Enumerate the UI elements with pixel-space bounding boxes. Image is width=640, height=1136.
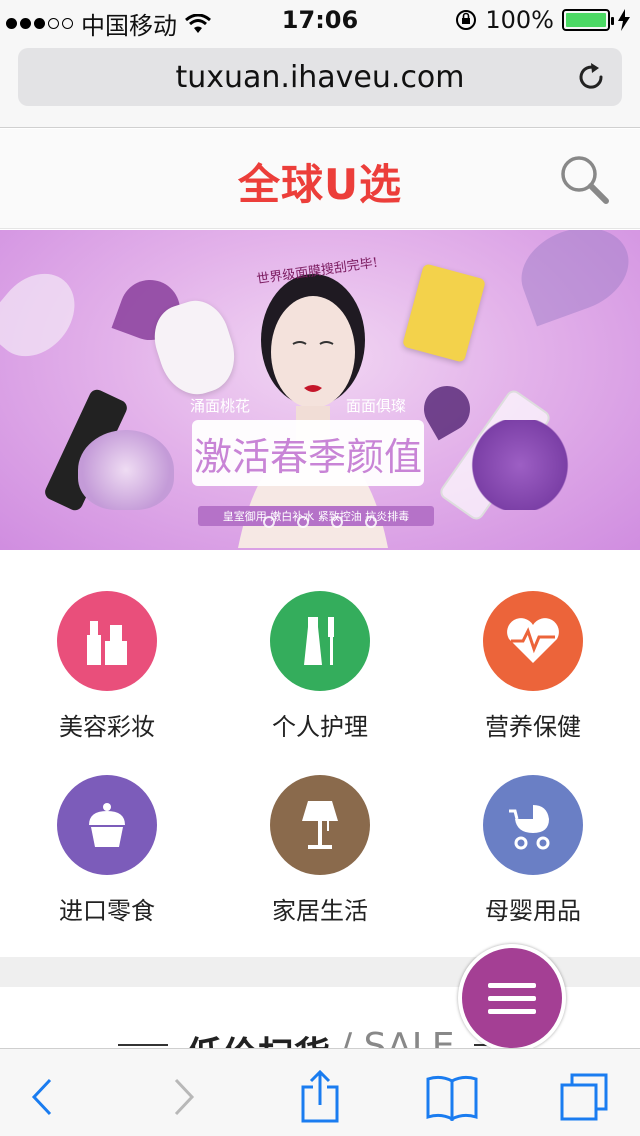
url-text: tuxuan.ihaveu.com xyxy=(175,60,465,95)
hamburger-icon xyxy=(488,982,536,988)
category-snacks-circle xyxy=(57,775,157,875)
banner-side-left: 涌面桃花 xyxy=(190,397,251,415)
category-baby[interactable]: 母婴用品 xyxy=(426,775,640,926)
sale-section-subtitle: / SALE xyxy=(340,1026,455,1050)
lamp-icon xyxy=(302,801,338,849)
browser-toolbar xyxy=(0,1048,640,1136)
flower-decoration xyxy=(415,377,479,441)
banner-side-right: 面面俱璨 xyxy=(346,397,407,415)
category-baby-circle xyxy=(483,775,583,875)
browser-address-bar: tuxuan.ihaveu.com xyxy=(0,40,640,128)
category-grid: 美容彩妆 个人护理 营养保健 进口零食 家居生活 母婴用品 xyxy=(0,551,640,957)
category-label: 母婴用品 xyxy=(485,897,581,925)
search-icon[interactable] xyxy=(558,153,610,205)
charging-icon xyxy=(618,9,630,31)
carousel-dot[interactable] xyxy=(263,516,275,528)
category-label: 营养保健 xyxy=(485,713,581,741)
share-icon xyxy=(301,1069,339,1123)
category-home[interactable]: 家居生活 xyxy=(213,775,427,926)
battery-icon xyxy=(562,9,614,31)
category-label: 个人护理 xyxy=(272,713,368,741)
category-health-circle xyxy=(483,591,583,691)
heading-rule xyxy=(118,1044,168,1046)
tabs-button[interactable] xyxy=(556,1069,612,1125)
category-personal-care-circle xyxy=(270,591,370,691)
category-personal-care[interactable]: 个人护理 xyxy=(213,591,427,742)
stroller-icon xyxy=(509,805,550,850)
share-button[interactable] xyxy=(292,1069,348,1125)
url-field[interactable]: tuxuan.ihaveu.com xyxy=(18,48,622,106)
banner-headline: 激活春季颜值 xyxy=(193,435,422,479)
category-snacks[interactable]: 进口零食 xyxy=(0,775,214,926)
mask-package-product xyxy=(401,263,487,363)
orientation-lock-icon xyxy=(456,10,477,30)
carousel-dot[interactable] xyxy=(297,516,309,528)
site-header: 全球U选 xyxy=(0,129,640,229)
site-logo[interactable]: 全球U选 xyxy=(0,151,640,212)
hamburger-icon xyxy=(488,1008,536,1014)
heartbeat-icon xyxy=(507,618,559,663)
forward-button[interactable] xyxy=(156,1069,212,1125)
lilac-flower xyxy=(470,420,570,510)
reload-icon[interactable] xyxy=(574,60,608,94)
promo-banner[interactable]: 激活春季颜值 皇室御用 嫩白补水 紧致控油 抗炎排毒 世界级面膜搜刮完毕! 涌面… xyxy=(0,230,640,550)
sale-section-title: 低价扫货 xyxy=(186,1026,330,1050)
category-label: 美容彩妆 xyxy=(59,713,155,741)
status-bar: 中国移动 17:06 100% xyxy=(0,0,640,40)
chevron-right-icon xyxy=(174,1078,195,1116)
back-button[interactable] xyxy=(14,1069,70,1125)
carousel-dot[interactable] xyxy=(331,516,343,528)
cosmetics-icon xyxy=(87,621,127,665)
carousel-dot[interactable] xyxy=(365,516,377,528)
hamburger-icon xyxy=(488,995,536,1001)
petal-decoration xyxy=(0,258,91,372)
toothbrush-icon xyxy=(304,617,334,665)
bookmarks-button[interactable] xyxy=(424,1069,480,1125)
floating-menu-button[interactable] xyxy=(458,944,566,1052)
category-label: 进口零食 xyxy=(59,897,155,925)
book-icon xyxy=(426,1075,478,1121)
category-beauty-circle xyxy=(57,591,157,691)
category-label: 家居生活 xyxy=(272,897,368,925)
category-beauty[interactable]: 美容彩妆 xyxy=(0,591,214,742)
magnolia-flower xyxy=(78,430,174,510)
tabs-icon xyxy=(560,1073,608,1121)
category-home-circle xyxy=(270,775,370,875)
category-health[interactable]: 营养保健 xyxy=(426,591,640,742)
chevron-left-icon xyxy=(31,1078,52,1116)
petal-decoration xyxy=(509,230,640,327)
battery-percent: 100% xyxy=(485,6,554,34)
cupcake-icon xyxy=(89,803,125,847)
carousel-indicator xyxy=(0,516,640,528)
